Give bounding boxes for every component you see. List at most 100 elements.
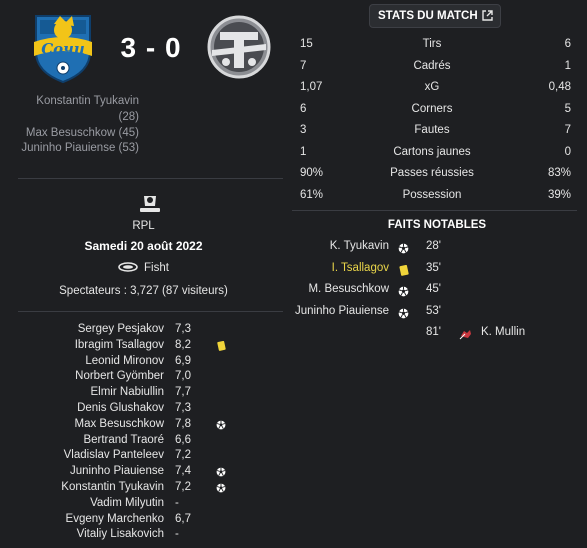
player-rating-row[interactable]: Vadim Milyutin -	[0, 496, 287, 512]
home-stat-value: 6	[300, 102, 307, 115]
player-rating-row[interactable]: Norbert Gyömber 7,0	[0, 369, 287, 385]
player-name[interactable]: Elmir Nabiullin	[91, 385, 165, 401]
goal-ball-icon	[216, 467, 226, 477]
match-stats-label: STATS DU MATCH	[378, 10, 478, 22]
event-player-name[interactable]: K. Tyukavin	[330, 236, 389, 258]
stat-row: 90% Passes réussies 83%	[287, 163, 587, 185]
stat-row: 7 Cadrés 1	[287, 56, 587, 78]
stat-row: 61% Possession 39%	[287, 185, 587, 207]
player-rating: 7,7	[175, 386, 191, 399]
scorer-line: Max Besuschkow (45)	[25, 126, 139, 139]
player-rating-row[interactable]: Vitaliy Lisakovich -	[0, 527, 287, 543]
player-name[interactable]: Sergey Pesjakov	[78, 322, 164, 338]
scorer-line: Konstantin Tyukavin	[36, 95, 139, 107]
score-dash: -	[145, 32, 157, 63]
scorer-line: Juninho Piauiense (53)	[21, 142, 139, 155]
stat-label: Passes réussies	[390, 167, 474, 179]
goal-ball-icon	[398, 306, 409, 318]
goal-ball-icon	[398, 284, 409, 297]
match-stats-panel: STATS DU MATCH 15 Tirs 6 7 Cadrés 1 1,07 xG 0,48…	[287, 0, 587, 548]
event-player-name[interactable]: K. Mullin	[481, 322, 525, 344]
player-name[interactable]: Norbert Gyömber	[75, 369, 164, 385]
home-club-crest-icon[interactable]: Сочи	[30, 12, 96, 84]
home-stat-value: 7	[300, 59, 307, 72]
player-rating: -	[175, 528, 179, 541]
player-rating-row[interactable]: Sergey Pesjakov 7,3	[0, 322, 287, 338]
player-ratings-list: Sergey Pesjakov 7,3 Ibragim Tsallagov 8,2 Le…	[0, 322, 287, 543]
event-row: I. Tsallagov 35'	[287, 258, 587, 280]
stat-label: xG	[424, 81, 440, 93]
home-stat-value: 61%	[300, 188, 324, 201]
stat-row: 1,07 xG 0,48	[287, 77, 587, 99]
player-rating: 6,9	[175, 354, 191, 367]
final-score: 3 - 0	[96, 32, 206, 64]
match-stats-button[interactable]: STATS DU MATCH	[369, 4, 501, 28]
player-rating-row[interactable]: Leonid Mironov 6,9	[0, 354, 287, 370]
player-name[interactable]: Konstantin Tyukavin	[61, 480, 164, 496]
away-stat-value: 83%	[547, 167, 571, 179]
away-stat-value: 0	[564, 145, 571, 158]
divider	[18, 311, 283, 312]
event-minute: 81'	[426, 326, 441, 338]
stat-label: Possession	[402, 188, 462, 201]
match-date: Samedi 20 août 2022	[84, 239, 203, 253]
stat-label: Tirs	[422, 38, 442, 50]
event-minute: 53'	[426, 304, 441, 317]
player-rating-row[interactable]: Konstantin Tyukavin 7,2	[0, 480, 287, 496]
player-rating-row[interactable]: Ibragim Tsallagov 8,2	[0, 338, 287, 354]
goal-ball-icon	[216, 420, 226, 430]
event-minute: 28'	[426, 240, 441, 252]
event-row: M. Besuschkow 45'	[287, 279, 587, 301]
stadium: Fisht	[0, 262, 287, 274]
notable-events-title: FAITS NOTABLES	[387, 219, 487, 231]
player-name[interactable]: Leonid Mironov	[85, 354, 164, 370]
notable-events-list: K. Tyukavin 28' I. Tsallagov 35' M. Besuschk…	[287, 236, 587, 344]
player-name[interactable]: Denis Glushakov	[77, 401, 164, 417]
player-name[interactable]: Max Besuschkow	[75, 417, 164, 433]
player-rating: 7,8	[175, 417, 191, 430]
away-club-crest-icon[interactable]	[206, 14, 272, 80]
event-minute: 35'	[426, 261, 441, 274]
stadium-name: Fisht	[144, 262, 169, 274]
player-rating-row[interactable]: Evgeny Marchenko 6,7	[0, 512, 287, 528]
player-rating: 7,3	[175, 323, 191, 335]
stat-row: 6 Corners 5	[287, 99, 587, 121]
player-rating: 7,4	[175, 465, 191, 478]
competition-name: RPL	[132, 220, 155, 232]
player-rating: 8,2	[175, 338, 191, 351]
stat-row: 15 Tirs 6	[287, 34, 587, 56]
away-stat-value: 5	[564, 102, 571, 115]
event-minute: 45'	[426, 283, 441, 295]
player-name[interactable]: Vadim Milyutin	[90, 496, 164, 512]
player-rating-row[interactable]: Juninho Piauiense 7,4	[0, 464, 287, 480]
event-player-name[interactable]: Juninho Piauiense	[295, 301, 389, 323]
player-name[interactable]: Bertrand Traoré	[83, 433, 164, 449]
player-name[interactable]: Ibragim Tsallagov	[75, 338, 164, 354]
player-name[interactable]: Vitaliy Lisakovich	[77, 527, 164, 543]
player-rating-row[interactable]: Vladislav Panteleev 7,2	[0, 448, 287, 464]
player-rating: 7,3	[175, 401, 191, 414]
home-stat-value: 90%	[300, 167, 324, 179]
event-player-name[interactable]: M. Besuschkow	[308, 279, 389, 301]
player-rating: 6,7	[175, 512, 191, 525]
stat-label: Cadrés	[413, 59, 451, 72]
away-goals: 0	[164, 32, 182, 63]
player-name[interactable]: Vladislav Panteleev	[64, 448, 164, 464]
competition-logo-icon	[140, 196, 160, 212]
player-rating-row[interactable]: Elmir Nabiullin 7,7	[0, 385, 287, 401]
player-name[interactable]: Juninho Piauiense	[70, 464, 164, 480]
attendance: Spectateurs : 3,727 (87 visiteurs)	[59, 285, 228, 297]
player-rating-row[interactable]: Denis Glushakov 7,3	[0, 401, 287, 417]
event-row: K. Tyukavin 28'	[287, 236, 587, 258]
player-rating-row[interactable]: Max Besuschkow 7,8	[0, 417, 287, 433]
home-stat-value: 15	[300, 38, 313, 50]
stadium-icon	[118, 262, 138, 272]
player-name[interactable]: Evgeny Marchenko	[66, 512, 164, 528]
away-stat-value: 1	[564, 59, 571, 72]
player-rating-row[interactable]: Bertrand Traoré 6,6	[0, 433, 287, 449]
event-player-name[interactable]: I. Tsallagov	[332, 258, 389, 280]
player-rating: -	[175, 496, 179, 509]
goal-ball-icon	[216, 483, 226, 493]
stats-table: 15 Tirs 6 7 Cadrés 1 1,07 xG 0,48 6 Corners 5 3 Faute…	[287, 34, 587, 206]
event-row: 81' K. Mullin	[287, 322, 587, 344]
